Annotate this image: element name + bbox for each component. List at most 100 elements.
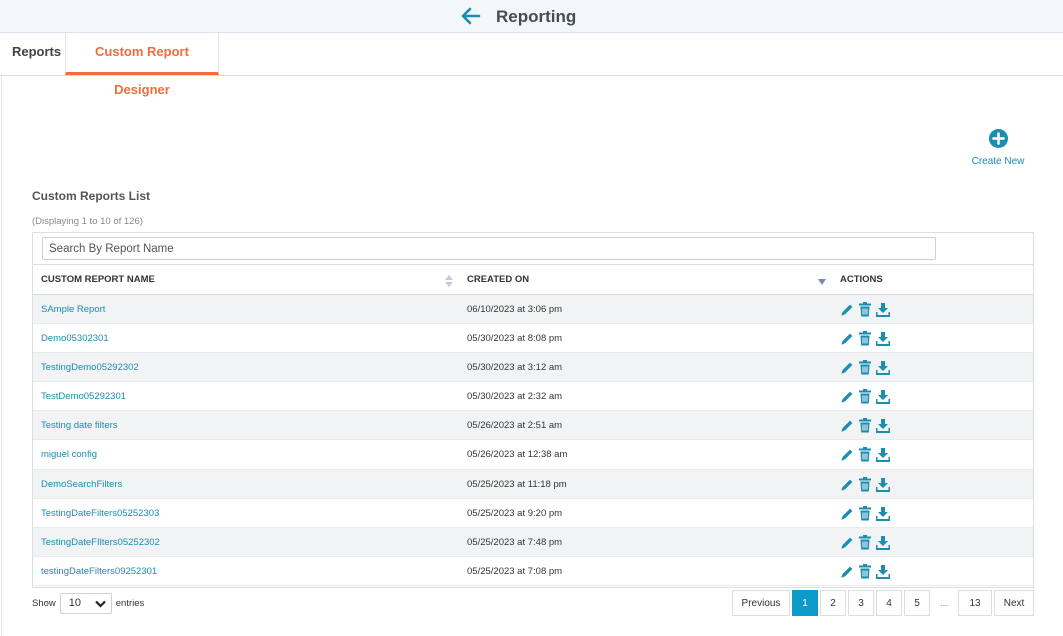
trash-icon[interactable]	[858, 476, 872, 492]
pencil-icon[interactable]	[840, 447, 854, 462]
row-actions	[840, 447, 891, 463]
page-button-3[interactable]: 3	[848, 590, 874, 616]
report-name-link[interactable]: TestDemo05292301	[41, 382, 126, 411]
pencil-icon[interactable]	[840, 331, 854, 346]
pagination: Previous 1 2 3 4 5... 13 Next	[730, 590, 1034, 616]
download-icon[interactable]	[875, 564, 891, 579]
download-icon[interactable]	[875, 389, 891, 405]
column-header-created[interactable]: CREATED ON	[467, 265, 827, 295]
created-on: 05/26/2023 at 2:51 am	[467, 420, 563, 432]
page-button-4[interactable]: 4	[876, 590, 902, 616]
page-size-control: Show 10 entries	[32, 593, 144, 614]
table-row: TestingDemo05292302 05/30/2023 at 3:12 am	[33, 353, 1033, 383]
created-on: 05/26/2023 at 12:38 am	[467, 449, 568, 461]
created-on: 05/30/2023 at 3:12 am	[467, 362, 563, 374]
trash-icon[interactable]	[858, 534, 872, 550]
row-actions	[840, 389, 891, 405]
trash-icon[interactable]	[858, 563, 872, 579]
pencil-icon[interactable]	[840, 302, 854, 317]
trash-icon[interactable]	[858, 360, 872, 375]
pencil-icon[interactable]	[840, 389, 854, 404]
row-actions	[840, 302, 891, 318]
search-input[interactable]	[42, 237, 936, 260]
pencil-icon[interactable]	[840, 564, 854, 579]
reports-table: CUSTOM REPORT NAME CREATED ON ACTIONS SA…	[32, 232, 1034, 588]
list-count: (Displaying 1 to 10 of 126)	[32, 216, 143, 227]
download-icon[interactable]	[875, 477, 891, 492]
pencil-icon[interactable]	[840, 535, 854, 550]
table-body: SAmple Report 06/10/2023 at 3:06 pm Demo05…	[33, 295, 1033, 586]
sort-both-icon[interactable]	[445, 275, 453, 287]
row-actions	[840, 534, 891, 551]
created-on: 05/30/2023 at 2:32 am	[467, 391, 563, 403]
row-actions	[840, 476, 891, 493]
tab-reports[interactable]: Reports	[1, 33, 72, 75]
tab-custom-report-designer[interactable]: Custom Report Designer	[65, 33, 219, 97]
sort-desc-icon[interactable]	[818, 279, 826, 285]
trash-icon[interactable]	[858, 505, 872, 521]
report-name-link[interactable]: testingDateFilters09252301	[41, 557, 157, 586]
page-title: Reporting	[496, 7, 577, 26]
report-name-link[interactable]: miguel config	[41, 440, 97, 469]
pencil-icon[interactable]	[840, 418, 854, 433]
table-row: SAmple Report 06/10/2023 at 3:06 pm	[33, 295, 1033, 325]
page-ellipsis: ...	[932, 590, 956, 616]
previous-page-button[interactable]: Previous	[732, 590, 790, 616]
created-on: 05/25/2023 at 11:18 pm	[467, 478, 567, 490]
row-actions	[840, 563, 891, 580]
table-row: testingDateFilters09252301 05/25/2023 at …	[33, 557, 1033, 586]
report-name-link[interactable]: Demo05302301	[41, 324, 109, 353]
page-button-1[interactable]: 1	[792, 590, 818, 616]
entries-value: 10	[68, 597, 82, 609]
row-actions	[840, 505, 891, 522]
entries-select[interactable]: 10	[59, 593, 112, 614]
column-header-name[interactable]: CUSTOM REPORT NAME	[41, 265, 461, 295]
page-button-5[interactable]: 5	[904, 590, 930, 616]
created-on: 05/25/2023 at 9:20 pm	[467, 507, 563, 519]
download-icon[interactable]	[875, 506, 891, 521]
created-on: 05/30/2023 at 8:08 pm	[467, 333, 563, 345]
download-icon[interactable]	[875, 331, 891, 347]
trash-icon[interactable]	[858, 418, 872, 433]
table-row: Testing date filters 05/26/2023 at 2:51 a…	[33, 411, 1033, 441]
next-page-button[interactable]: Next	[994, 590, 1034, 616]
list-title: Custom Reports List	[32, 189, 151, 203]
table-row: Demo05302301 05/30/2023 at 8:08 pm	[33, 324, 1033, 354]
pencil-icon[interactable]	[840, 360, 854, 375]
report-name-link[interactable]: DemoSearchFilters	[41, 470, 122, 499]
trash-icon[interactable]	[858, 302, 872, 317]
download-icon[interactable]	[875, 447, 891, 463]
download-icon[interactable]	[875, 360, 891, 376]
table-header: CUSTOM REPORT NAME CREATED ON ACTIONS	[33, 264, 1033, 295]
plus-circle-icon	[988, 129, 1008, 148]
report-name-link[interactable]: SAmple Report	[41, 295, 105, 324]
chevron-down-icon	[94, 600, 106, 608]
created-on: 06/10/2023 at 3:06 pm	[467, 304, 563, 315]
download-icon[interactable]	[875, 302, 891, 317]
trash-icon[interactable]	[858, 389, 872, 404]
top-bar: Reporting	[0, 0, 1063, 33]
table-row: DemoSearchFilters 05/25/2023 at 11:18 pm	[33, 469, 1033, 499]
trash-icon[interactable]	[858, 447, 872, 462]
column-header-actions: ACTIONS	[840, 274, 883, 285]
row-actions	[840, 418, 891, 434]
pencil-icon[interactable]	[840, 477, 854, 492]
arrow-left-icon[interactable]	[459, 6, 481, 26]
report-name-link[interactable]: TestingDateFIlters05252302	[41, 528, 160, 557]
show-label: Show	[32, 598, 56, 609]
table-row: TestingDateFilters05252303 05/25/2023 at …	[33, 499, 1033, 528]
trash-icon[interactable]	[858, 331, 872, 346]
create-new-label: Create New	[971, 156, 1025, 167]
page-button-13[interactable]: 13	[958, 590, 992, 616]
download-icon[interactable]	[875, 418, 891, 434]
download-icon[interactable]	[875, 535, 891, 550]
entries-label: entries	[115, 598, 145, 609]
report-name-link[interactable]: TestingDateFilters05252303	[41, 499, 159, 528]
report-name-link[interactable]: Testing date filters	[41, 411, 118, 440]
report-name-link[interactable]: TestingDemo05292302	[41, 353, 139, 382]
pencil-icon[interactable]	[840, 506, 854, 521]
create-new-button[interactable]: Create New	[969, 129, 1027, 167]
table-row: TestDemo05292301 05/30/2023 at 2:32 am	[33, 382, 1033, 412]
table-row: miguel config 05/26/2023 at 12:38 am	[33, 440, 1033, 470]
page-button-2[interactable]: 2	[820, 590, 846, 616]
